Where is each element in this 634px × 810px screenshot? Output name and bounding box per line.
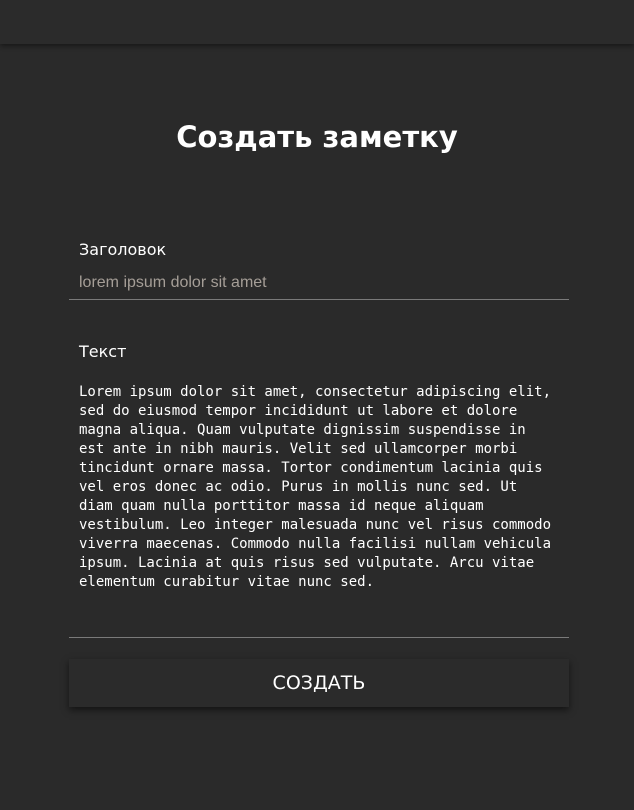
title-field-label: Заголовок — [79, 240, 167, 259]
create-button[interactable]: СОЗДАТЬ — [69, 659, 569, 707]
note-text-area[interactable]: Lorem ipsum dolor sit amet, consectetur … — [69, 383, 569, 638]
text-field-label: Текст — [79, 342, 127, 361]
title-input[interactable] — [69, 266, 569, 300]
top-app-bar — [0, 0, 634, 44]
page-title: Создать заметку — [176, 120, 458, 155]
create-note-form: Заголовок Текст Lorem ipsum dolor sit am… — [69, 240, 569, 707]
